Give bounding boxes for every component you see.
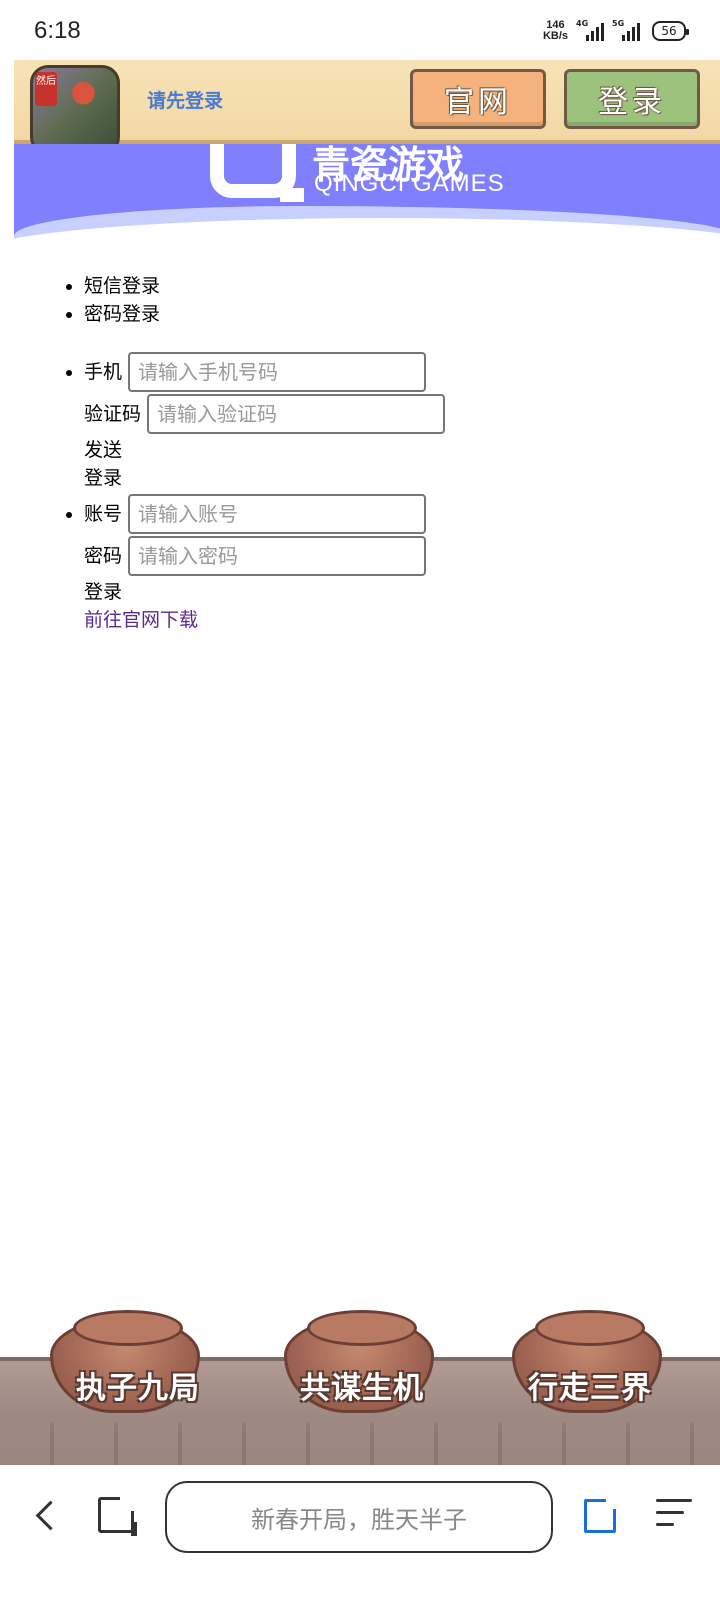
- banner-wave: [14, 206, 720, 252]
- status-icons: 146 KB/s 4G 5G 56: [543, 19, 689, 42]
- account-input[interactable]: 请输入账号: [128, 494, 427, 534]
- site-header: 然后 请先登录 官网 登录: [14, 60, 720, 155]
- sim1-network-tag: 4G: [576, 19, 589, 28]
- tab-sms-login[interactable]: 短信登录: [84, 272, 720, 300]
- network-speed: 146 KB/s: [543, 20, 568, 42]
- login-method-list: 短信登录 密码登录: [0, 272, 720, 328]
- sim2-network-tag: 5G: [612, 19, 625, 28]
- phone-input[interactable]: 请输入手机号码: [128, 352, 427, 392]
- send-code-button[interactable]: 发送: [84, 436, 720, 464]
- signal-icon-sim1: 4G: [576, 19, 604, 41]
- password-login-form: 账号 请输入账号 密码 请输入密码 登录 前往官网下载: [84, 494, 720, 634]
- tabs-icon[interactable]: [98, 1497, 137, 1536]
- phone-label: 手机: [84, 361, 123, 383]
- status-bar: 6:18 146 KB/s 4G 5G 56: [0, 0, 720, 62]
- login-hint[interactable]: 请先登录: [147, 86, 223, 113]
- status-time: 6:18: [34, 17, 81, 44]
- back-arrow-icon[interactable]: [30, 1495, 60, 1535]
- game-art-label-3: 行走三界: [528, 1371, 652, 1406]
- header-login-button[interactable]: 登录: [564, 69, 700, 129]
- login-content: 短信登录 密码登录 手机 请输入手机号码 验证码 请输入验证码 发送 登录 账号: [0, 272, 720, 636]
- password-label: 密码: [84, 545, 123, 567]
- tab-password-login[interactable]: 密码登录: [84, 300, 720, 328]
- password-login-submit[interactable]: 登录: [84, 578, 720, 606]
- signal-icon-sim2: 5G: [612, 19, 640, 41]
- battery-level: 56: [661, 24, 677, 38]
- table-carvings: [0, 1423, 720, 1465]
- game-art-footer: 执子九局 共谋生机 行走三界: [0, 1305, 720, 1465]
- phone-row: 手机 请输入手机号码: [84, 352, 720, 392]
- official-site-button[interactable]: 官网: [410, 69, 546, 129]
- qingci-logo-icon: [210, 144, 304, 202]
- sms-login-form: 手机 请输入手机号码 验证码 请输入验证码 发送 登录: [84, 352, 720, 492]
- brand-banner: 青瓷游戏 QINGCI GAMES: [14, 144, 720, 252]
- account-label: 账号: [84, 503, 123, 525]
- game-art-label-2: 共谋生机: [300, 1371, 424, 1406]
- password-row: 密码 请输入密码: [84, 536, 720, 576]
- network-speed-unit: KB/s: [542, 30, 568, 42]
- page-view-icon[interactable]: [584, 1499, 616, 1533]
- game-art-label-1: 执子九局: [76, 1371, 200, 1406]
- page: 6:18 146 KB/s 4G 5G 56 然后 请先登录 官网 登录 青瓷游…: [0, 0, 720, 1601]
- account-row: 账号 请输入账号: [84, 494, 720, 534]
- search-box[interactable]: 新春开局，胜天半子: [165, 1481, 553, 1553]
- sms-login-submit[interactable]: 登录: [84, 464, 720, 492]
- app-logo[interactable]: 然后: [30, 65, 120, 155]
- download-link[interactable]: 前往官网下载: [84, 606, 720, 634]
- login-forms: 手机 请输入手机号码 验证码 请输入验证码 发送 登录 账号 请输入账号 密码 …: [0, 352, 720, 634]
- password-input[interactable]: 请输入密码: [128, 536, 427, 576]
- browser-toolbar: 新春开局，胜天半子: [0, 1465, 720, 1601]
- menu-icon[interactable]: [656, 1499, 692, 1533]
- code-row: 验证码 请输入验证码: [84, 394, 720, 434]
- brand-name-en: QINGCI GAMES: [314, 170, 505, 197]
- code-label: 验证码: [84, 403, 142, 425]
- app-logo-badge: 然后: [35, 72, 57, 106]
- battery-icon: 56: [652, 21, 689, 41]
- code-input[interactable]: 请输入验证码: [147, 394, 446, 434]
- search-placeholder: 新春开局，胜天半子: [251, 1505, 467, 1534]
